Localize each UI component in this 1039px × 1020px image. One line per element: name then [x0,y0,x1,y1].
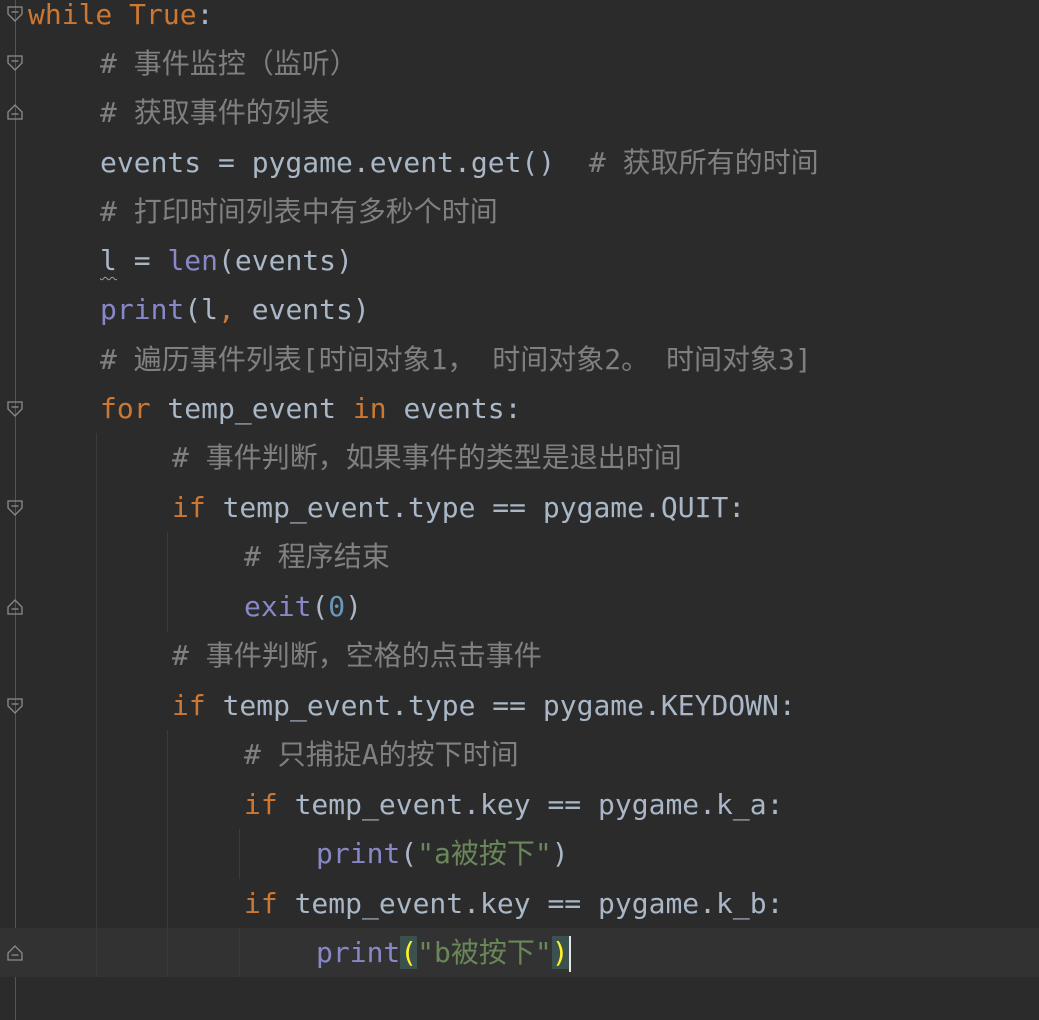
comment: # 事件判断，如果事件的类型是退出时间 [172,441,682,474]
close-paren-matched: ) [551,936,569,969]
number-literal: 0 [328,590,346,623]
fold-open-icon[interactable] [5,696,25,716]
comma: , [218,293,235,326]
builtin-len: len [167,244,219,277]
keyword-for: for [100,392,151,425]
comment: # 只捕捉A的按下时间 [244,738,519,771]
builtin-print: print [100,293,185,326]
code-line-print-b[interactable]: print("b被按下") [316,928,571,977]
indent-guide [239,829,240,879]
condition: temp_event.key == pygame.k_a: [277,788,784,821]
builtin-print: print [316,936,401,969]
comment: # 程序结束 [244,540,390,573]
loop-variable: temp_event [150,392,353,425]
comment: # 获取事件的列表 [100,96,330,129]
code-line-comment[interactable]: # 获取事件的列表 [100,88,330,137]
fold-open-icon[interactable] [5,4,25,24]
variable-l: l [100,244,117,277]
open-paren: ( [311,590,329,623]
keyword-if: if [244,887,278,920]
indent-guide [96,433,97,977]
code-line-if-quit[interactable]: if temp_event.type == pygame.QUIT: [172,483,745,532]
code-line-comment[interactable]: # 事件判断，如果事件的类型是退出时间 [172,433,682,482]
arguments: events) [234,293,370,326]
code-line-comment[interactable]: # 事件判断，空格的点击事件 [172,631,542,680]
code-line-len[interactable]: l = len(events) [100,236,353,285]
comment: # 事件监控（监听） [100,47,358,80]
code-line-comment[interactable]: # 只捕捉A的按下时间 [244,730,519,779]
text-caret [568,936,571,972]
string-literal: "b被按下" [417,936,552,969]
open-paren-matched: ( [400,936,418,969]
code-line-for[interactable]: for temp_event in events: [100,384,521,433]
operator: = [116,244,168,277]
code-line-if-keydown[interactable]: if temp_event.type == pygame.KEYDOWN: [172,681,796,730]
code-line-comment[interactable]: # 程序结束 [244,532,390,581]
condition: temp_event.key == pygame.k_b: [277,887,784,920]
code-line-print-a[interactable]: print("a被按下") [316,829,569,878]
arguments: (events) [218,244,353,277]
code-line-while[interactable]: while True: [28,0,213,39]
colon: : [196,0,214,31]
fold-end-icon[interactable] [5,102,25,122]
keyword-true: True [129,0,197,31]
keyword-while: while [28,0,113,31]
code-line-events-assign[interactable]: events = pygame.event.get() # 获取所有的时间 [100,138,819,187]
code-line-exit[interactable]: exit(0) [244,582,362,631]
indent-guide [167,532,168,632]
keyword-in: in [352,392,387,425]
fold-end-icon[interactable] [5,943,25,963]
keyword-if: if [172,491,206,524]
iterable: events: [386,392,522,425]
code-line-comment[interactable]: # 事件监控（监听） [100,39,358,88]
open-paren: ( [400,837,418,870]
code-line-if-key-a[interactable]: if temp_event.key == pygame.k_a: [244,780,783,829]
keyword-if: if [244,788,278,821]
builtin-exit: exit [244,590,312,623]
fold-open-icon[interactable] [5,399,25,419]
code-line-comment[interactable]: # 打印时间列表中有多秒个时间 [100,187,498,236]
condition: temp_event.type == pygame.KEYDOWN: [205,689,796,722]
builtin-print: print [316,837,401,870]
arguments: (l [184,293,219,326]
code-editor[interactable]: while True: # 事件监控（监听） # 获取事件的列表 events … [0,0,1039,1020]
indent-guide [239,928,240,977]
code-line-print[interactable]: print(l, events) [100,285,370,334]
close-paren: ) [345,590,363,623]
comment: # 打印时间列表中有多秒个时间 [100,195,498,228]
comment: # 事件判断，空格的点击事件 [172,639,542,672]
keyword-if: if [172,689,206,722]
statement: events = pygame.event.get() [100,146,556,179]
fold-open-icon[interactable] [5,53,25,73]
code-line-if-key-b[interactable]: if temp_event.key == pygame.k_b: [244,879,783,928]
condition: temp_event.type == pygame.QUIT: [205,491,746,524]
fold-open-icon[interactable] [5,498,25,518]
indent-guide [167,730,168,977]
code-line-comment[interactable]: # 遍历事件列表[时间对象1， 时间对象2。 时间对象3] [100,335,812,384]
close-paren: ) [551,837,569,870]
comment: # 获取所有的时间 [588,146,819,179]
string-literal: "a被按下" [417,837,552,870]
comment: # 遍历事件列表[时间对象1， 时间对象2。 时间对象3] [100,343,812,376]
fold-end-icon[interactable] [5,597,25,617]
